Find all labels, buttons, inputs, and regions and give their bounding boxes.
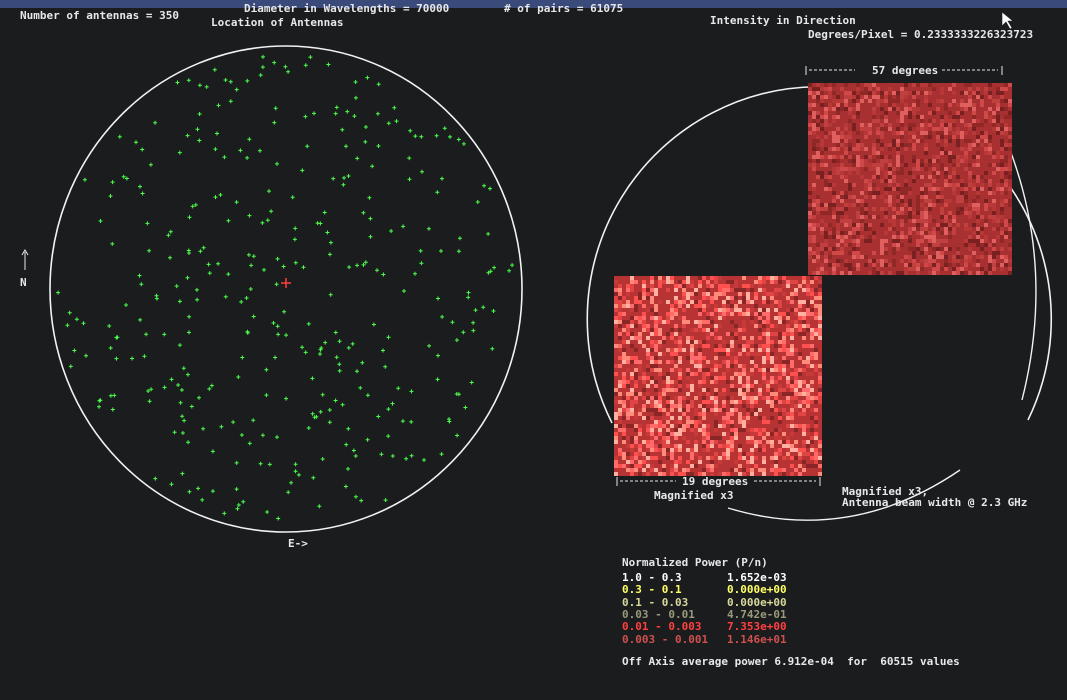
legend-row: 0.3 - 0.1 0.000e+00 bbox=[622, 584, 787, 595]
legend-row: 0.003 - 0.001 1.146e+01 bbox=[622, 634, 787, 645]
legend-range: 0.1 - 0.03 bbox=[622, 595, 689, 609]
legend-range: 1.0 - 0.3 bbox=[622, 571, 682, 584]
legend-row: 0.1 - 0.03 0.000e+00 bbox=[622, 597, 787, 608]
legend-row: 0.03 - 0.01 4.742e-01 bbox=[622, 609, 787, 620]
legend-value: 0.000e+00 bbox=[727, 583, 787, 597]
legend-footer: Off Axis average power 6.912e-04 for 605… bbox=[622, 655, 960, 668]
beam-boundary-right bbox=[1009, 149, 1037, 401]
legend-range: 0.01 - 0.003 bbox=[622, 620, 702, 634]
beam-intensity-plot bbox=[586, 66, 1053, 521]
legend-range: 0.3 - 0.1 bbox=[622, 583, 682, 597]
legend-value: 0.000e+00 bbox=[727, 595, 787, 609]
legend-value: 4.742e-01 bbox=[727, 607, 787, 621]
legend-range: 0.003 - 0.001 bbox=[622, 632, 709, 646]
bottom-span-label: 19 degrees bbox=[682, 475, 749, 488]
legend-row: 1.0 - 0.3 1.652e-03 bbox=[622, 572, 787, 583]
legend-row: 0.01 - 0.003 7.353e+00 bbox=[622, 621, 787, 632]
legend-value: 1.652e-03 bbox=[727, 571, 787, 584]
legend-title: Normalized Power (P/n) bbox=[622, 556, 768, 569]
magnified-label-left: Magnified x3 bbox=[654, 489, 734, 502]
legend-range: 0.03 - 0.01 bbox=[622, 607, 695, 621]
beam-width-label: Antenna beam width @ 2.3 GHz bbox=[842, 496, 1028, 509]
top-span-label: 57 degrees bbox=[872, 64, 939, 77]
legend-value: 7.353e+00 bbox=[727, 620, 787, 634]
legend-value: 1.146e+01 bbox=[727, 632, 787, 646]
